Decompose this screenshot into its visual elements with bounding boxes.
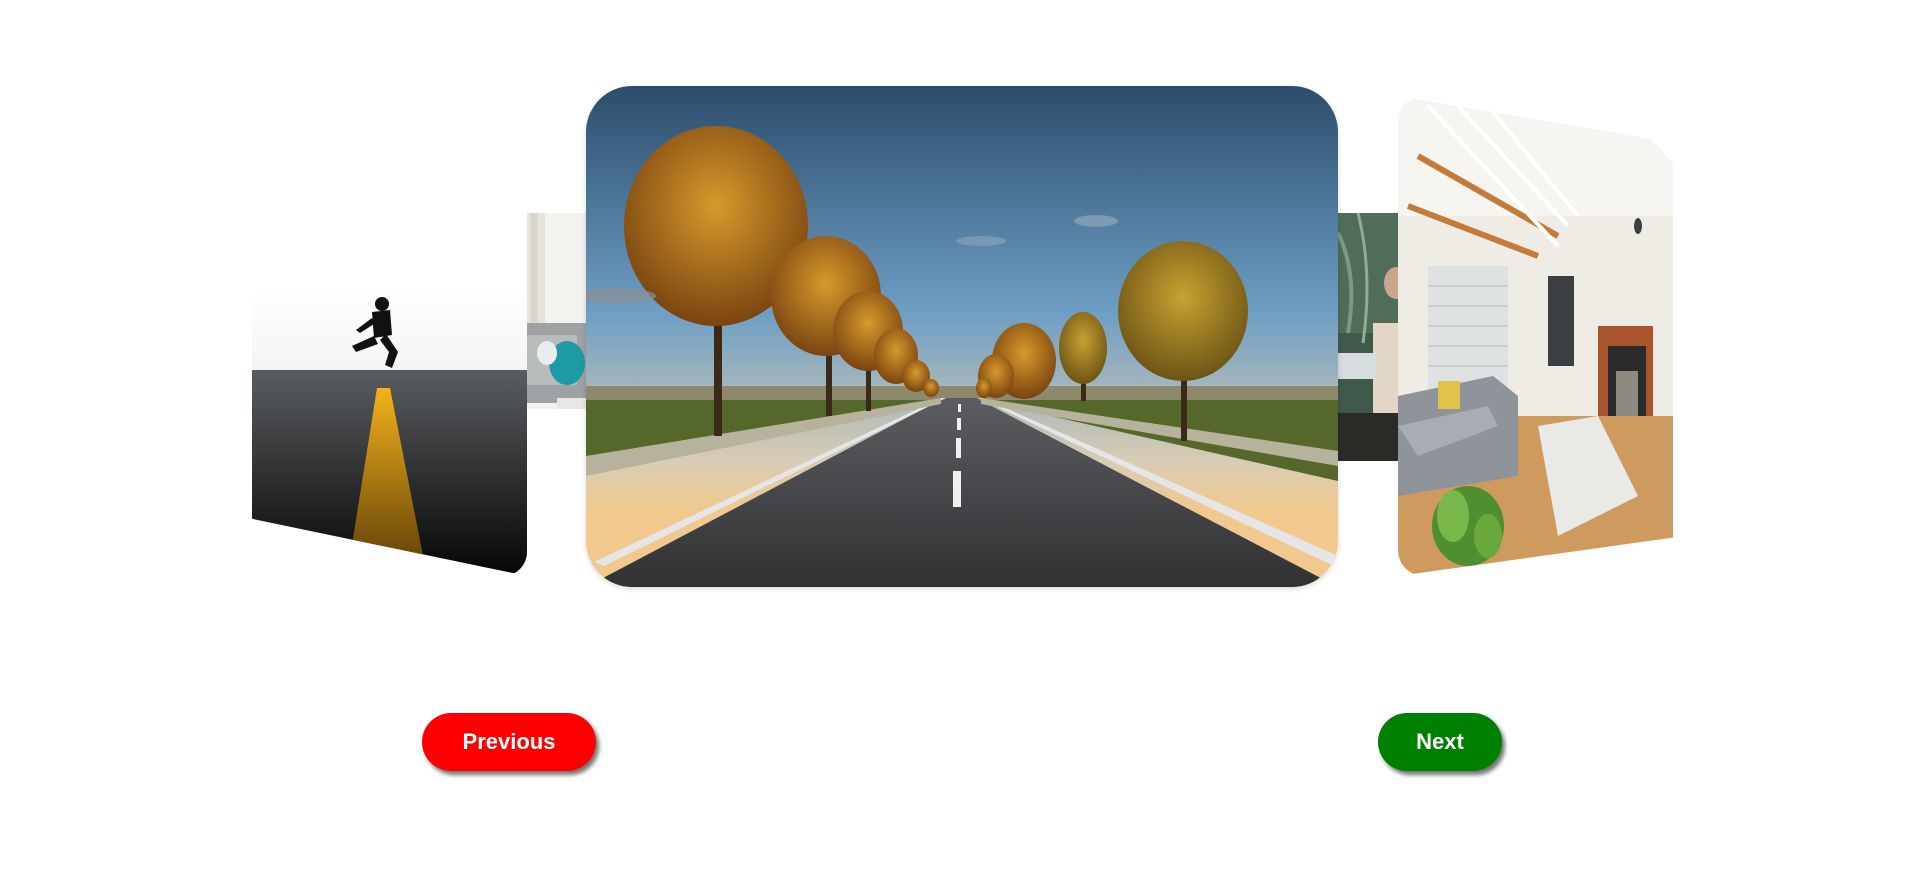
next-button[interactable]: Next — [1378, 713, 1502, 771]
previous-button[interactable]: Previous — [422, 713, 596, 771]
person-laptop-photo — [1338, 213, 1400, 461]
jumping-man-road-photo — [252, 290, 527, 576]
autumn-tree-road-photo — [586, 86, 1338, 587]
slide-person-laptop[interactable] — [1338, 213, 1400, 461]
slide-living-room[interactable] — [1398, 96, 1673, 576]
slide-jumping-man[interactable] — [252, 290, 527, 576]
living-room-photo — [1398, 96, 1673, 576]
sofa-room-photo — [527, 213, 589, 461]
slide-autumn-road[interactable] — [586, 86, 1338, 587]
carousel: Previous Next — [0, 0, 1920, 890]
slide-sofa-room[interactable] — [527, 213, 589, 461]
